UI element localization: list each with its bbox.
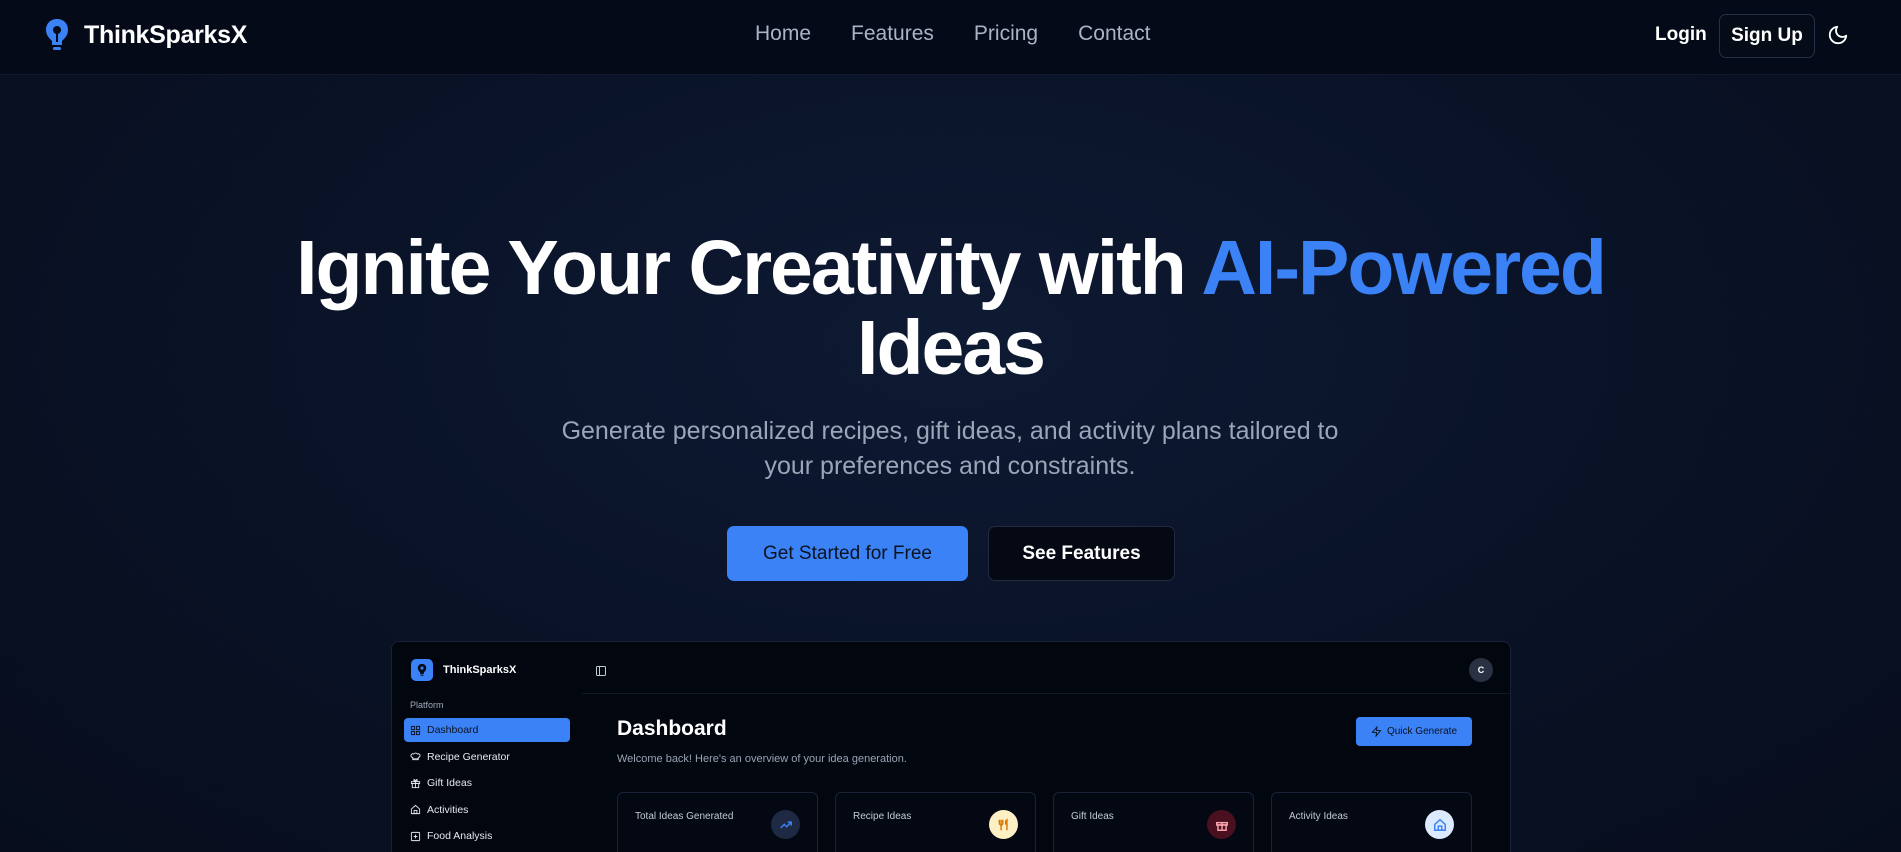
see-features-button[interactable]: See Features <box>988 526 1175 581</box>
preview-brand-name: ThinkSparksX <box>443 664 517 676</box>
stat-card-recipe-ideas: Recipe Ideas 19 <box>835 792 1036 852</box>
quick-generate-label: Quick Generate <box>1386 726 1458 737</box>
sidebar-item-label: Activities <box>427 803 469 816</box>
lightbulb-icon <box>411 659 433 681</box>
sidebar-item-food-analysis[interactable]: Food Analysis <box>404 824 570 848</box>
stat-cards: Total Ideas Generated 72 Recipe Ideas 19… <box>617 792 1472 852</box>
nav-link-home[interactable]: Home <box>755 22 811 46</box>
stat-card-total-ideas: Total Ideas Generated 72 <box>617 792 818 852</box>
sidebar-item-label: Food Analysis <box>427 830 493 842</box>
brand-name: ThinkSparksX <box>84 20 248 49</box>
sidebar-item-label: Gift Ideas <box>427 777 472 789</box>
sidebar-menu: Dashboard Recipe Generator Gift Ideas Ac… <box>404 718 570 851</box>
stat-card-label: Activity Ideas <box>1289 811 1348 822</box>
hero-title: Ignite Your Creativity with AI-Powered I… <box>0 228 1901 388</box>
sidebar-item-label: Recipe Generator <box>427 750 510 763</box>
home-icon <box>1425 810 1454 839</box>
stat-card-label: Gift Ideas <box>1071 811 1114 822</box>
preview-sidebar: ThinkSparksX Platform Dashboard Recipe G… <box>392 642 582 852</box>
get-started-button[interactable]: Get Started for Free <box>727 526 968 581</box>
nav-link-contact[interactable]: Contact <box>1078 22 1150 46</box>
plus-square-icon <box>410 831 421 841</box>
sidebar-toggle-icon[interactable] <box>595 664 607 676</box>
sidebar-item-recipe-generator[interactable]: Recipe Generator <box>404 745 570 769</box>
stat-card-label: Recipe Ideas <box>853 811 912 822</box>
lightbulb-icon <box>44 17 70 53</box>
stat-card-label: Total Ideas Generated <box>635 811 734 822</box>
page-title: Dashboard <box>617 717 727 740</box>
gift-icon <box>410 778 421 788</box>
top-navbar: ThinkSparksX Home Features Pricing Conta… <box>0 0 1901 75</box>
stat-card-gift-ideas: Gift Ideas 19 <box>1053 792 1254 852</box>
sidebar-item-gift-ideas[interactable]: Gift Ideas <box>404 771 570 795</box>
hero-title-part1: Ignite Your Creativity with <box>296 225 1202 311</box>
gift-icon <box>1207 810 1236 839</box>
nav-links: Home Features Pricing Contact <box>755 22 1150 46</box>
avatar[interactable]: C <box>1469 658 1493 682</box>
login-button[interactable]: Login <box>1655 24 1707 46</box>
nav-link-pricing[interactable]: Pricing <box>974 22 1038 46</box>
sidebar-section-label: Platform <box>410 700 444 710</box>
sidebar-item-activities[interactable]: Activities <box>404 798 570 822</box>
stat-card-activity-ideas: Activity Ideas 19 <box>1271 792 1472 852</box>
grid-icon <box>410 725 421 735</box>
brand-logo[interactable]: ThinkSparksX <box>44 17 247 53</box>
welcome-text: Welcome back! Here's an overview of your… <box>617 753 907 765</box>
sparkle-icon <box>1371 726 1382 737</box>
preview-topbar <box>582 642 1510 694</box>
hero-title-accent: AI-Powered <box>1201 225 1607 311</box>
signup-button[interactable]: Sign Up <box>1719 14 1815 58</box>
sidebar-item-label: Dashboard <box>427 724 479 736</box>
nav-link-features[interactable]: Features <box>851 22 934 46</box>
sidebar-item-dashboard[interactable]: Dashboard <box>404 718 570 742</box>
hero-title-part2: Ideas <box>857 305 1046 391</box>
hero-subtitle: Generate personalized recipes, gift idea… <box>561 417 1339 480</box>
dashboard-preview: ThinkSparksX Platform Dashboard Recipe G… <box>391 641 1511 852</box>
quick-generate-button[interactable]: Quick Generate <box>1356 717 1472 746</box>
utensils-icon <box>989 810 1018 839</box>
moon-icon[interactable] <box>1827 24 1849 46</box>
preview-brand[interactable]: ThinkSparksX <box>411 659 516 681</box>
chef-hat-icon <box>410 752 421 761</box>
home-icon <box>410 804 421 815</box>
trending-up-icon <box>771 810 800 839</box>
